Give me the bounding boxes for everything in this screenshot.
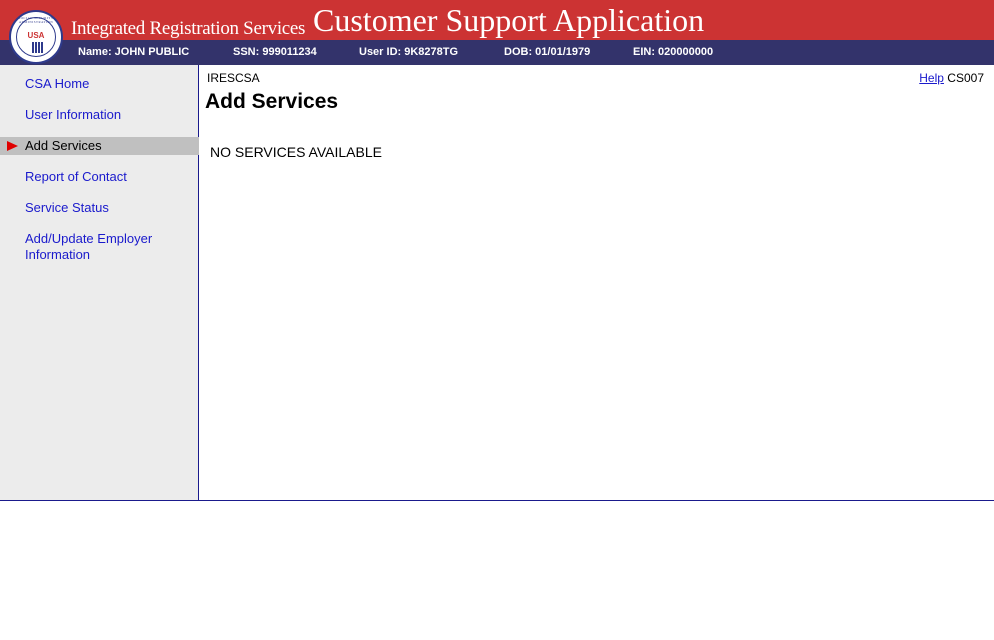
sidebar-item-add-update-employer[interactable]: Add/Update Employer Information: [0, 231, 170, 263]
app-title: Customer Support Application: [313, 2, 705, 38]
sidebar-item-service-status[interactable]: Service Status: [0, 200, 199, 216]
page-title: Add Services: [205, 90, 339, 113]
seal-usa-text: USA: [27, 31, 45, 40]
user-info-bar: Name: JOHN PUBLIC SSN: 999011234 User ID…: [0, 40, 994, 65]
screen-code: CS007: [947, 71, 984, 85]
sidebar-item-label: Add Services: [25, 138, 102, 153]
sidebar-item-user-information[interactable]: User Information: [0, 107, 199, 123]
user-ssn: SSN: 999011234: [233, 46, 317, 58]
user-id: User ID: 9K8278TG: [359, 46, 459, 58]
app-code: IRESCSA: [207, 71, 260, 85]
red-triangle-arrow-icon: [7, 141, 18, 151]
main-content: IRESCSA Help CS007 Add Services NO SERVI…: [200, 65, 994, 500]
sidebar-item-report-of-contact[interactable]: Report of Contact: [0, 169, 199, 185]
sidebar-nav: CSA Home User Information Add Services R…: [0, 65, 199, 500]
no-services-message: NO SERVICES AVAILABLE: [210, 144, 382, 160]
bottom-divider: [0, 500, 994, 501]
seal-shield-icon: [32, 42, 44, 53]
ssa-seal-logo: SOCIAL SECURITY ADMINISTRATION USA: [9, 10, 63, 64]
user-ein: EIN: 020000000: [633, 46, 714, 58]
header-banner: Integrated Registration Services Custome…: [0, 0, 994, 40]
user-dob: DOB: 01/01/1979: [504, 46, 591, 58]
system-subtitle: Integrated Registration Services: [71, 18, 306, 39]
user-name: Name: JOHN PUBLIC: [78, 46, 190, 58]
help-area: Help CS007: [919, 71, 984, 85]
sidebar-item-csa-home[interactable]: CSA Home: [0, 76, 199, 92]
seal-text: SOCIAL SECURITY ADMINISTRATION: [18, 16, 54, 24]
sidebar-item-add-services[interactable]: Add Services: [0, 137, 199, 155]
help-link[interactable]: Help: [919, 71, 944, 85]
